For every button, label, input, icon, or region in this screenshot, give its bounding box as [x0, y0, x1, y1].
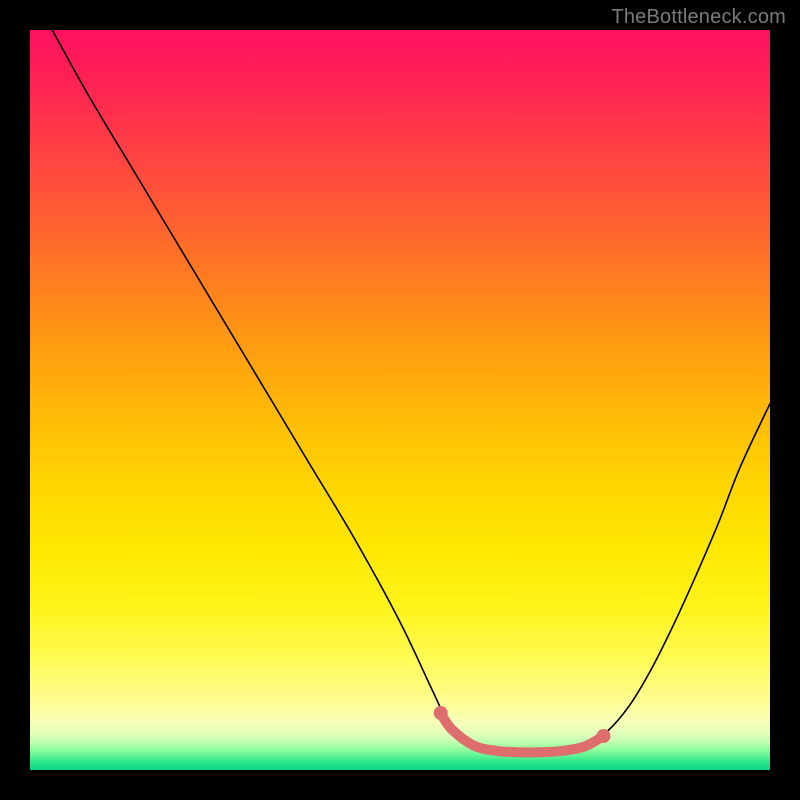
curve-overlay [30, 30, 770, 770]
bottleneck-curve [52, 30, 770, 752]
chart-frame: TheBottleneck.com [0, 0, 800, 800]
plot-area [30, 30, 770, 770]
highlight-segment [441, 713, 604, 752]
watermark-text: TheBottleneck.com [611, 6, 786, 29]
highlight-dot-right [597, 729, 611, 743]
highlight-dot-left [434, 706, 448, 720]
